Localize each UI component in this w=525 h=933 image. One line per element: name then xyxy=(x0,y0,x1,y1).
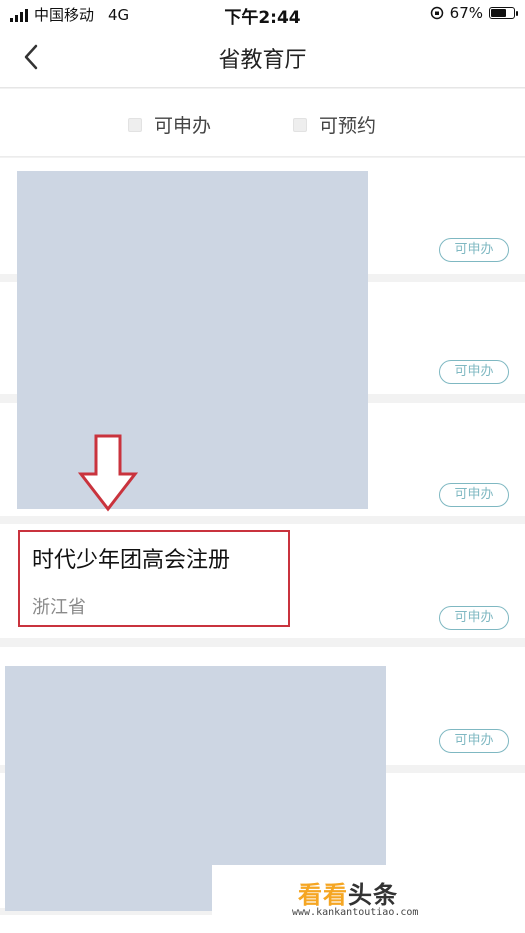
battery-percent: 67% xyxy=(449,4,483,22)
status-badge: 可申办 xyxy=(439,238,509,262)
page-title: 省教育厅 xyxy=(218,48,307,73)
redacted-cover xyxy=(17,171,368,509)
filter-can-reserve[interactable]: 可预约 xyxy=(293,111,376,138)
item-title: 时代少年团高会注册 xyxy=(32,548,231,573)
status-right: 67% xyxy=(430,4,518,22)
status-badge: 可申办 xyxy=(439,360,509,384)
filter-bar: 可申办 可预约 xyxy=(0,89,525,157)
status-badge: 可申办 xyxy=(439,606,509,630)
status-badge: 可申办 xyxy=(439,483,509,507)
watermark: 看看头条 www.kankantoutiao.com xyxy=(212,865,525,933)
watermark-url: www.kankantoutiao.com xyxy=(292,907,419,918)
watermark-logo: 看看头条 xyxy=(298,875,398,910)
watermark-brand-a: 看看 xyxy=(298,881,348,909)
filter-can-apply-label: 可申办 xyxy=(154,115,212,137)
nav-bar: 省教育厅 xyxy=(0,28,525,88)
watermark-brand-b: 头条 xyxy=(348,881,398,909)
filter-can-apply[interactable]: 可申办 xyxy=(128,111,211,138)
orientation-lock-icon xyxy=(430,6,443,20)
filter-can-reserve-checkbox[interactable] xyxy=(293,117,307,132)
item-subtitle: 浙江省 xyxy=(32,597,86,618)
filter-can-apply-checkbox[interactable] xyxy=(128,117,142,132)
battery-level xyxy=(491,9,506,17)
status-bar: 中国移动 4G 下午2:44 67% xyxy=(0,0,525,28)
down-arrow-icon xyxy=(78,434,138,512)
battery-icon xyxy=(489,7,518,19)
status-badge: 可申办 xyxy=(439,729,509,753)
filter-can-reserve-label: 可预约 xyxy=(319,115,377,137)
